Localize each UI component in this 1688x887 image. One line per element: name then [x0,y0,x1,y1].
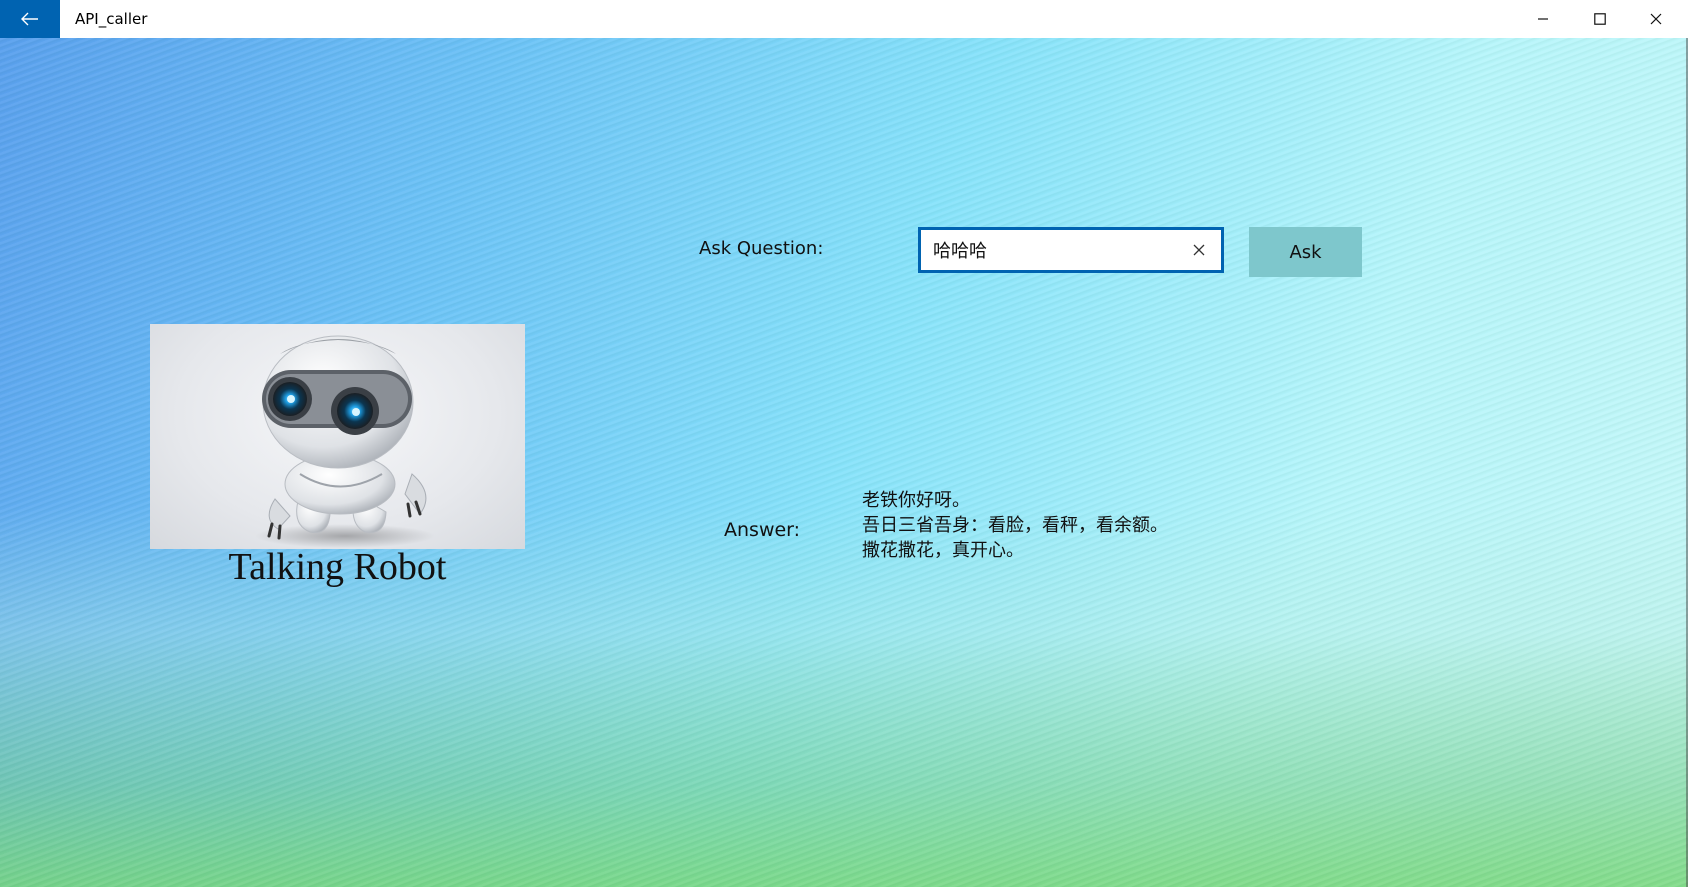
answer-line: 老铁你好呀。 [862,490,970,511]
answer-line: 吾日三省吾身：看脸，看秤，看余额。 [862,515,1168,536]
app-window: API_caller Ask Question: Ask [0,0,1688,887]
question-field[interactable] [918,227,1224,273]
title-bar: API_caller [0,0,1688,38]
close-button[interactable] [1628,0,1684,38]
answer-label: Answer: [724,519,801,541]
ask-button[interactable]: Ask [1249,227,1362,277]
answer-text: 老铁你好呀。 吾日三省吾身：看脸，看秤，看余额。 撒花撒花，真开心。 [862,488,1168,563]
back-arrow-icon [21,12,38,26]
robot-caption: Talking Robot [228,546,447,588]
robot-image [150,324,525,549]
clear-x-icon [1193,244,1205,256]
ask-question-label: Ask Question: [699,238,824,259]
minimize-icon [1538,18,1548,20]
clear-button[interactable] [1181,232,1217,268]
question-input[interactable] [933,230,1183,270]
minimize-button[interactable] [1515,0,1571,38]
window-title: API_caller [75,10,148,28]
answer-line: 撒花撒花，真开心。 [862,540,1024,561]
close-icon [1650,13,1662,25]
robot-illustration [255,335,435,548]
back-button[interactable] [0,0,60,38]
maximize-button[interactable] [1572,0,1628,38]
maximize-icon [1594,13,1606,25]
